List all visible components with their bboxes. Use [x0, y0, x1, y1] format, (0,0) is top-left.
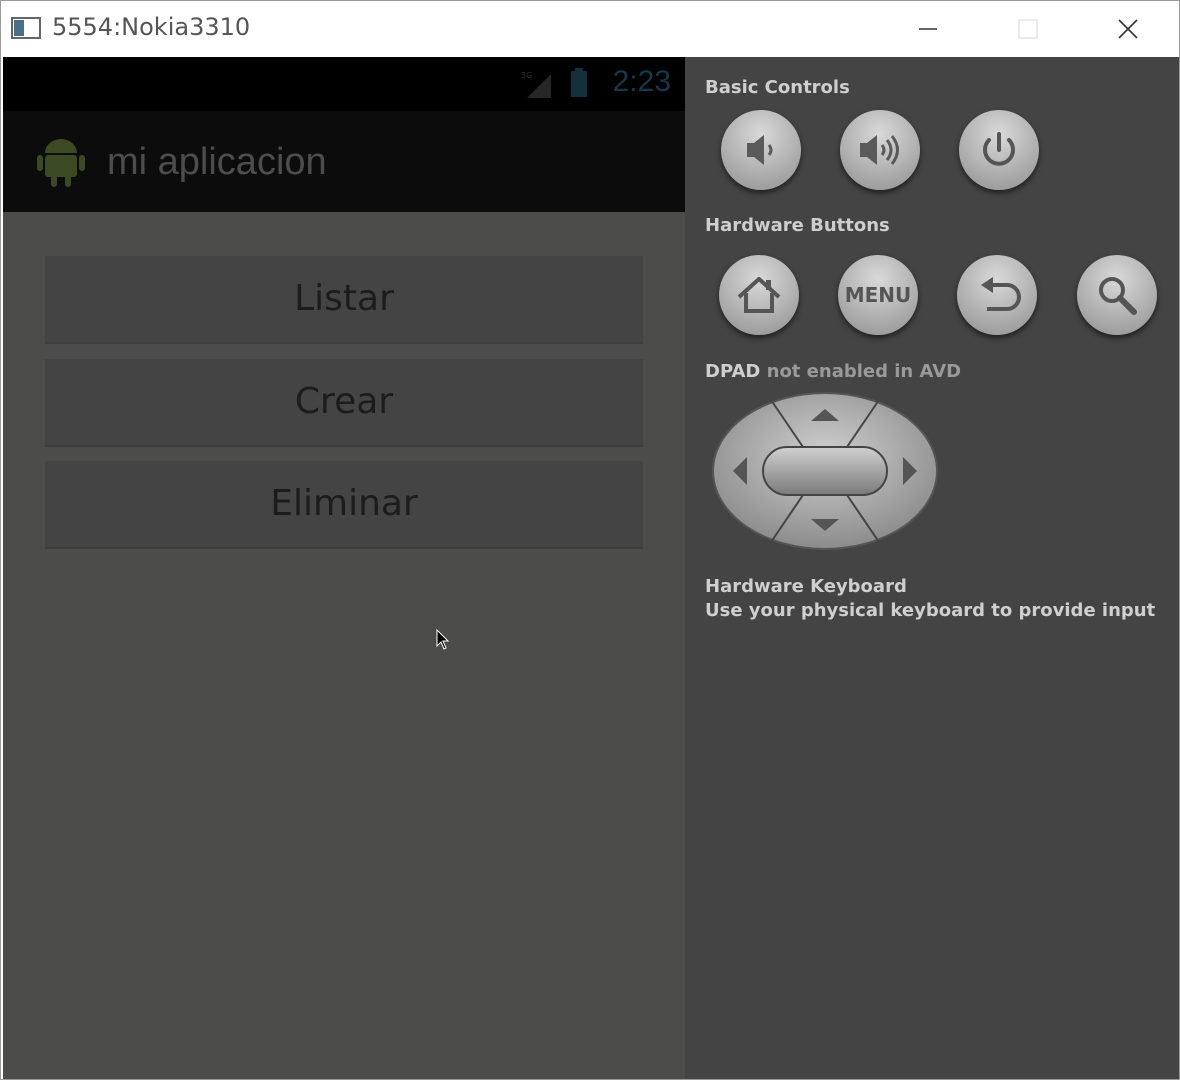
window-app-icon: [11, 17, 41, 39]
crear-button[interactable]: Crear: [45, 359, 643, 447]
volume-down-button[interactable]: [721, 110, 801, 190]
device-screen[interactable]: 3G 2:23 mi aplicacion Listar Crear Elimi…: [3, 57, 685, 1079]
power-icon: [983, 132, 1015, 166]
search-icon: [1099, 277, 1137, 315]
listar-button[interactable]: Listar: [45, 256, 643, 344]
back-icon: [981, 277, 1021, 311]
back-button[interactable]: [957, 255, 1037, 335]
app-title: mi aplicacion: [107, 141, 327, 183]
minimize-button[interactable]: [899, 1, 957, 57]
dpad-label-bold: DPAD: [705, 361, 761, 382]
eliminar-button[interactable]: Eliminar: [45, 461, 643, 549]
action-bar: mi aplicacion: [3, 111, 685, 212]
signal-icon: 3G: [521, 71, 551, 98]
menu-label: MENU: [844, 283, 912, 307]
status-clock: 2:23: [612, 65, 671, 98]
menu-button[interactable]: MENU: [838, 255, 918, 335]
svg-text:3G: 3G: [521, 71, 532, 80]
home-button[interactable]: [719, 255, 799, 335]
mouse-cursor-icon: [436, 629, 450, 650]
power-button[interactable]: [959, 110, 1039, 190]
emulator-window: 5554:Nokia3310 3G 2:23 mi aplicacion Lis…: [0, 0, 1180, 1080]
dpad-center-button: [762, 446, 888, 496]
hardware-buttons-label: Hardware Buttons: [705, 215, 890, 236]
maximize-icon: [1018, 19, 1038, 39]
hardware-keyboard-label: Hardware Keyboard: [705, 576, 907, 597]
status-bar: 3G 2:23: [3, 57, 685, 111]
emulator-controls-panel: Basic Controls Hardware Buttons MENU DPA…: [685, 57, 1179, 1079]
dpad-label: DPAD not enabled in AVD: [705, 361, 961, 382]
minimize-icon: [919, 28, 937, 30]
close-icon: [1118, 19, 1138, 39]
hardware-keyboard-description: Use your physical keyboard to provide in…: [705, 600, 1156, 621]
dpad-label-rest: not enabled in AVD: [760, 361, 962, 382]
maximize-button[interactable]: [999, 1, 1057, 57]
volume-up-button[interactable]: [840, 110, 920, 190]
search-button[interactable]: [1077, 255, 1157, 335]
android-icon: [37, 139, 85, 187]
window-title: 5554:Nokia3310: [52, 13, 251, 41]
volume-down-icon: [747, 135, 773, 165]
basic-controls-label: Basic Controls: [705, 77, 850, 98]
home-icon: [737, 277, 781, 313]
close-button[interactable]: [1099, 1, 1157, 57]
battery-icon: [571, 68, 587, 97]
volume-up-icon: [860, 135, 899, 165]
dpad-control[interactable]: [711, 391, 939, 551]
window-titlebar[interactable]: 5554:Nokia3310: [1, 1, 1179, 57]
